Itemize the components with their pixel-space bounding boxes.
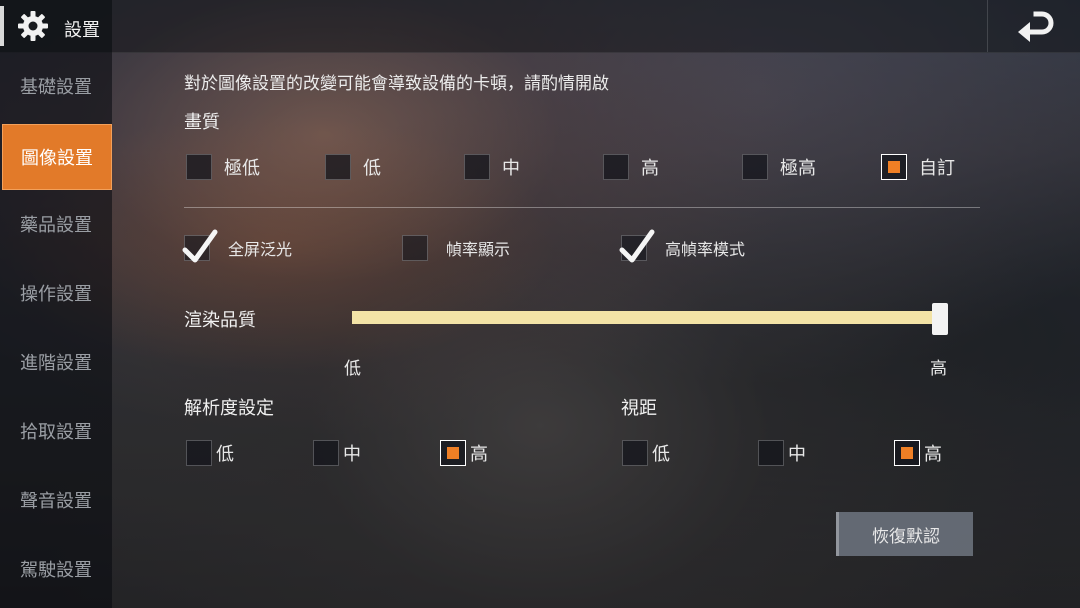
quality-checkbox-high[interactable] [603, 154, 629, 180]
sidebar-item-controls[interactable]: 操作設置 [0, 259, 112, 327]
view-distance-title: 視距 [621, 398, 657, 419]
settings-title-block: 設置 [0, 0, 112, 52]
quality-option-very-low[interactable]: 極低 [186, 154, 260, 180]
page-title: 設置 [64, 20, 100, 41]
sidebar-item-basic[interactable]: 基礎設置 [0, 52, 112, 120]
sidebar-item-pickup[interactable]: 拾取設置 [0, 397, 112, 465]
quality-label-high: 高 [641, 158, 659, 179]
checkmark-icon [619, 229, 655, 263]
resolution-option-medium[interactable]: 中 [313, 440, 361, 466]
high-fps-label: 高幀率模式 [665, 240, 746, 259]
sidebar: 基礎設置 圖像設置 藥品設置 操作設置 進階設置 拾取設置 聲音設置 駕駛設置 [0, 0, 112, 608]
sidebar-item-advanced[interactable]: 進階設置 [0, 328, 112, 396]
toggle-fullscreen-bloom[interactable]: 全屏泛光 [182, 229, 293, 263]
resolution-label-medium: 中 [343, 444, 361, 465]
reset-defaults-button[interactable]: 恢復默認 [836, 512, 973, 556]
header-bar [0, 0, 1080, 53]
view-distance-checkbox-high[interactable] [894, 440, 920, 466]
resolution-title: 解析度設定 [184, 398, 274, 419]
quality-label-very-high: 極高 [780, 158, 816, 179]
fps-display-checkbox[interactable] [402, 235, 428, 261]
quality-title: 畫質 [184, 112, 220, 133]
quality-label-medium: 中 [502, 158, 520, 179]
resolution-checkbox-high[interactable] [440, 440, 466, 466]
view-distance-label-medium: 中 [788, 444, 806, 465]
render-quality-fill [352, 311, 940, 324]
toggle-fps-display[interactable]: 幀率顯示 [402, 235, 510, 261]
resolution-checkbox-low[interactable] [186, 440, 212, 466]
render-quality-thumb[interactable] [932, 303, 948, 335]
quality-checkbox-custom[interactable] [881, 154, 907, 180]
resolution-checkbox-medium[interactable] [313, 440, 339, 466]
render-quality-slider[interactable] [352, 303, 948, 335]
sidebar-item-medicine[interactable]: 藥品設置 [0, 190, 112, 258]
quality-option-low[interactable]: 低 [325, 154, 381, 180]
high-fps-checkbox[interactable] [619, 229, 655, 263]
render-quality-min-label: 低 [344, 359, 361, 379]
toggle-high-fps-mode[interactable]: 高幀率模式 [619, 229, 746, 263]
quality-checkbox-low[interactable] [325, 154, 351, 180]
gear-icon [18, 11, 48, 41]
view-distance-checkbox-low[interactable] [622, 440, 648, 466]
quality-label-very-low: 極低 [224, 158, 260, 179]
render-quality-label: 渲染品質 [184, 310, 256, 331]
return-arrow-icon [1018, 11, 1054, 42]
quality-checkbox-very-low[interactable] [186, 154, 212, 180]
quality-option-high[interactable]: 高 [603, 154, 659, 180]
performance-warning: 對於圖像設置的改變可能會導致設備的卡頓，請酌情開啟 [184, 74, 609, 94]
view-distance-option-medium[interactable]: 中 [758, 440, 806, 466]
section-divider [184, 207, 980, 208]
quality-option-very-high[interactable]: 極高 [742, 154, 816, 180]
back-button[interactable] [987, 0, 1080, 52]
bloom-checkbox[interactable] [182, 229, 218, 263]
graphics-settings-panel: 對於圖像設置的改變可能會導致設備的卡頓，請酌情開啟 畫質 極低 低 中 高 極高… [112, 52, 1080, 608]
quality-label-custom: 自訂 [919, 158, 955, 179]
quality-checkbox-very-high[interactable] [742, 154, 768, 180]
fps-display-label: 幀率顯示 [446, 240, 511, 259]
resolution-option-low[interactable]: 低 [186, 440, 234, 466]
checkmark-icon [182, 229, 218, 263]
sidebar-item-driving[interactable]: 駕駛設置 [0, 535, 112, 603]
quality-option-medium[interactable]: 中 [464, 154, 520, 180]
quality-label-low: 低 [363, 158, 381, 179]
resolution-label-high: 高 [470, 444, 488, 465]
title-accent-bar [0, 6, 4, 46]
view-distance-option-low[interactable]: 低 [622, 440, 670, 466]
bloom-label: 全屏泛光 [228, 240, 293, 259]
render-quality-max-label: 高 [930, 359, 947, 379]
resolution-option-high[interactable]: 高 [440, 440, 488, 466]
sidebar-item-sound[interactable]: 聲音設置 [0, 466, 112, 534]
quality-option-custom[interactable]: 自訂 [881, 154, 955, 180]
quality-checkbox-medium[interactable] [464, 154, 490, 180]
view-distance-label-low: 低 [652, 444, 670, 465]
sidebar-item-graphics[interactable]: 圖像設置 [2, 124, 112, 190]
view-distance-label-high: 高 [924, 444, 942, 465]
view-distance-checkbox-medium[interactable] [758, 440, 784, 466]
view-distance-option-high[interactable]: 高 [894, 440, 942, 466]
resolution-label-low: 低 [216, 444, 234, 465]
